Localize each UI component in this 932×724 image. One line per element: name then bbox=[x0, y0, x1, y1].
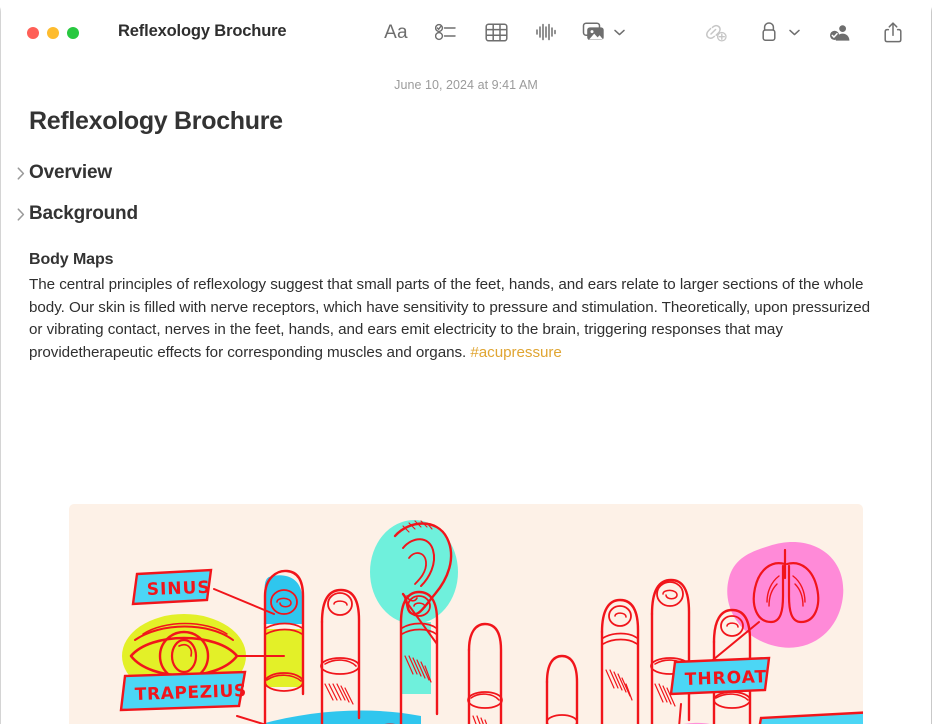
chevron-right-icon[interactable] bbox=[13, 166, 29, 180]
hashtag-acupressure[interactable]: #acupressure bbox=[470, 344, 561, 361]
window-title: Reflexology Brochure bbox=[118, 22, 287, 40]
section-background-label: Background bbox=[29, 203, 138, 224]
label-sinus-text: SINUS bbox=[146, 578, 211, 600]
label-throat: THROAT bbox=[669, 656, 771, 696]
lock-chevron-down-icon[interactable] bbox=[786, 17, 802, 47]
note-document[interactable]: June 10, 2024 at 9:41 AM Reflexology Bro… bbox=[0, 64, 932, 724]
checklist-icon bbox=[435, 23, 456, 41]
notes-window: Reflexology Brochure Aa June 10, 2024 at… bbox=[0, 0, 932, 724]
label-trapezius: TRAPEZIUS bbox=[119, 670, 247, 712]
reflexology-hand-map-image[interactable]: SINUS TRAPEZIUS THROAT PIT bbox=[69, 504, 863, 724]
paragraph-text: The central principles of reflexology su… bbox=[29, 276, 871, 361]
label-pituitary: PITUITARY bbox=[758, 711, 863, 724]
lock-icon bbox=[762, 22, 776, 41]
add-link-icon bbox=[706, 24, 727, 42]
toolbar-right-group bbox=[700, 17, 908, 47]
collaborate-button[interactable] bbox=[826, 17, 856, 47]
table-icon bbox=[484, 22, 508, 42]
maximize-window-button[interactable] bbox=[67, 27, 79, 39]
toolbar-center-group: Aa bbox=[381, 17, 627, 47]
audio-waveform-icon bbox=[536, 23, 556, 41]
table-button[interactable] bbox=[481, 17, 511, 47]
checklist-button[interactable] bbox=[431, 17, 461, 47]
note-title: Reflexology Brochure bbox=[29, 107, 283, 135]
close-window-button[interactable] bbox=[27, 27, 39, 39]
media-chevron-down-icon[interactable] bbox=[611, 17, 627, 47]
audio-recording-button[interactable] bbox=[531, 17, 561, 47]
window-toolbar: Reflexology Brochure Aa bbox=[0, 0, 932, 64]
add-link-button[interactable] bbox=[700, 17, 730, 47]
chevron-right-icon[interactable] bbox=[13, 207, 29, 221]
label-throat-text: THROAT bbox=[684, 667, 767, 690]
section-overview-label: Overview bbox=[29, 162, 112, 183]
reflexology-illustration: SINUS TRAPEZIUS THROAT PIT bbox=[119, 520, 863, 724]
media-photos-icon bbox=[582, 22, 604, 40]
collaborate-person-icon bbox=[830, 25, 850, 41]
trapezius-band bbox=[261, 710, 421, 724]
traffic-lights bbox=[27, 27, 79, 39]
body-maps-heading: Body Maps bbox=[29, 251, 114, 268]
lock-note-button[interactable] bbox=[754, 17, 802, 47]
minimize-window-button[interactable] bbox=[47, 27, 59, 39]
section-overview[interactable]: Overview bbox=[13, 162, 932, 184]
body-maps-paragraph: The central principles of reflexology su… bbox=[29, 274, 879, 364]
section-background[interactable]: Background bbox=[13, 203, 932, 225]
share-button[interactable] bbox=[878, 17, 908, 47]
label-sinus: SINUS bbox=[131, 568, 213, 606]
format-text-icon: Aa bbox=[384, 21, 408, 43]
share-icon bbox=[884, 21, 902, 42]
format-text-button[interactable]: Aa bbox=[381, 17, 411, 47]
note-timestamp: June 10, 2024 at 9:41 AM bbox=[394, 78, 538, 92]
media-button[interactable] bbox=[579, 17, 627, 47]
label-trapezius-text: TRAPEZIUS bbox=[134, 681, 247, 705]
